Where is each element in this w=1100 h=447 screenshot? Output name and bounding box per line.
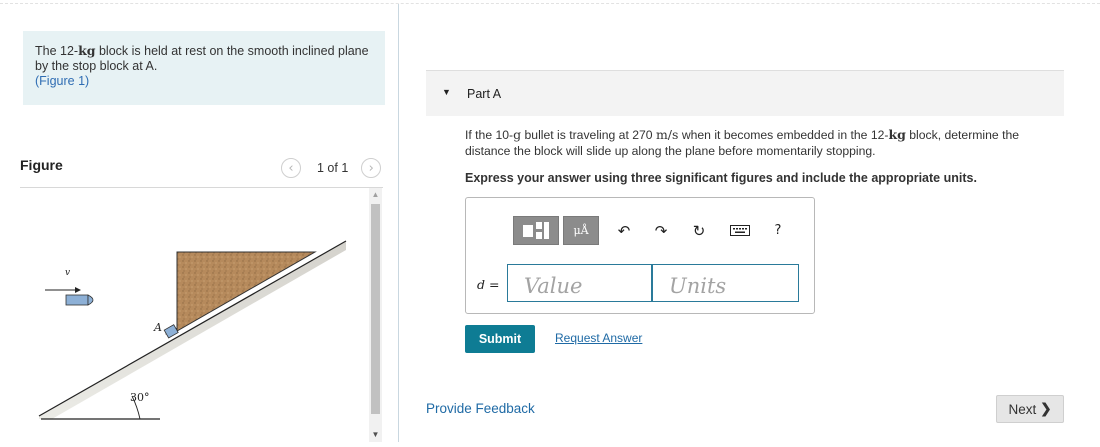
chevron-left-icon[interactable]: ‹ [281, 158, 301, 178]
figure-pager: ‹ 1 of 1 › [281, 157, 382, 179]
figure-title: Figure [20, 157, 63, 173]
question-text: If the 10-g bullet is traveling at 270 m… [465, 127, 1065, 159]
figure-link[interactable]: (Figure 1) [35, 74, 89, 88]
question-unit-ms: m/s [655, 127, 679, 142]
provide-feedback-link[interactable]: Provide Feedback [426, 401, 535, 416]
problem-unit: kg [78, 43, 96, 58]
stop-label: A [153, 321, 162, 334]
pager-text: 1 of 1 [317, 161, 349, 175]
panel-divider [398, 4, 399, 442]
part-title: Part A [467, 87, 502, 101]
part-a-header[interactable]: ▼ Part A [426, 70, 1064, 116]
units-button[interactable]: μÅ [563, 216, 599, 245]
next-label: Next [1008, 401, 1037, 417]
question-part-3: when it becomes embedded in the 12- [678, 128, 889, 142]
collapse-triangle-icon[interactable]: ▼ [442, 87, 451, 97]
submit-button[interactable]: Submit [465, 325, 535, 353]
help-icon[interactable]: ? [765, 216, 791, 245]
keyboard-icon[interactable] [727, 216, 753, 245]
block [176, 251, 317, 332]
bullet-tip [87, 294, 94, 306]
velocity-arrowhead [75, 287, 81, 293]
figure-scrollbar[interactable]: ▲ ▼ [369, 188, 382, 442]
scroll-up-icon[interactable]: ▲ [369, 190, 382, 200]
scroll-down-icon[interactable]: ▼ [369, 430, 382, 440]
angle-label: 30° [130, 391, 150, 404]
question-part-1: If the 10- [465, 128, 514, 142]
question-unit-kg: kg [888, 127, 906, 142]
answer-variable: d [477, 277, 486, 292]
stop-block-body [163, 324, 179, 339]
reset-icon[interactable]: ↻ [686, 216, 712, 245]
question-part-2: bullet is traveling at 270 [521, 128, 656, 142]
templates-glyph [523, 221, 549, 239]
request-answer-link[interactable]: Request Answer [555, 331, 642, 345]
chevron-right-icon: ❯ [1040, 401, 1052, 416]
incline-figure: 30° A v [38, 240, 347, 420]
scroll-thumb[interactable] [371, 204, 380, 414]
keyboard-glyph [730, 225, 750, 236]
figure-image: 30° A v [20, 188, 370, 442]
units-input[interactable] [652, 264, 799, 302]
problem-statement: The 12-kg block is held at rest on the s… [23, 31, 385, 105]
answer-box: μÅ ↶ ↷ ↻ ? d = [465, 197, 815, 314]
templates-icon[interactable] [513, 216, 559, 245]
velocity-label: v [65, 268, 70, 278]
answer-variable-label: d = [477, 277, 499, 292]
answer-equals: = [485, 277, 500, 292]
value-input[interactable] [507, 264, 652, 302]
redo-icon[interactable]: ↷ [648, 216, 674, 245]
top-rule [0, 3, 1100, 4]
instruction-text: Express your answer using three signific… [465, 171, 977, 185]
question-unit-g: g [513, 127, 522, 142]
undo-icon[interactable]: ↶ [611, 216, 637, 245]
problem-text-1: The 12- [35, 44, 79, 58]
bullet-body [65, 294, 89, 306]
next-button[interactable]: Next ❯ [996, 395, 1064, 423]
chevron-right-icon[interactable]: › [361, 158, 382, 178]
math-toolbar-group: μÅ [513, 216, 601, 245]
